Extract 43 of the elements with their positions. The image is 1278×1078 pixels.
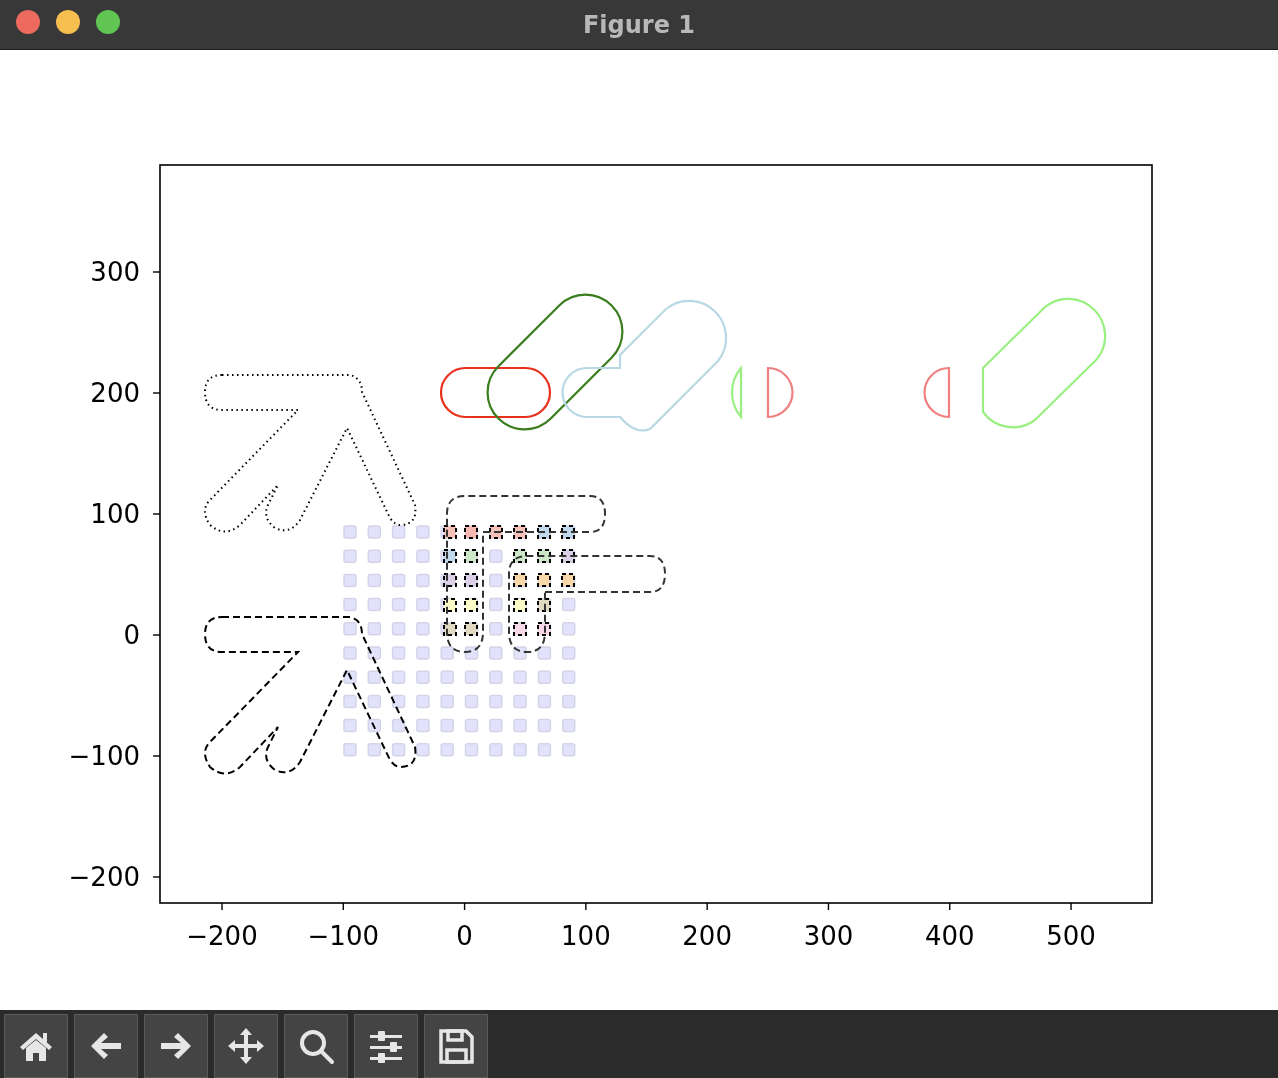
y-tick-label: 0 xyxy=(123,620,140,650)
lens-outline xyxy=(731,366,743,419)
tick-mark xyxy=(152,392,161,394)
x-tick-label: 500 xyxy=(1046,921,1096,951)
y-tick-label: 200 xyxy=(90,378,140,408)
y-tick-label: −100 xyxy=(68,741,140,771)
y-tick-label: 300 xyxy=(90,257,140,287)
y-tick-label: 100 xyxy=(90,499,140,529)
x-tick-label: 200 xyxy=(682,921,732,951)
back-button[interactable] xyxy=(74,1014,138,1078)
tick-mark xyxy=(827,902,830,911)
configure-button[interactable] xyxy=(354,1014,418,1078)
home-button[interactable] xyxy=(4,1014,68,1078)
x-tick-label: 300 xyxy=(803,921,854,951)
tick-mark xyxy=(706,902,708,911)
tick-mark xyxy=(463,902,466,911)
x-tick-label: −200 xyxy=(186,921,258,951)
maximize-button[interactable] xyxy=(96,10,120,34)
tick-mark xyxy=(152,876,161,878)
x-tick-label: −100 xyxy=(307,921,379,951)
x-tick-label: 0 xyxy=(456,921,473,951)
window-title: Figure 1 xyxy=(582,10,696,39)
tick-mark xyxy=(1070,902,1072,911)
tick-mark xyxy=(152,271,161,273)
tick-mark xyxy=(585,902,587,911)
tick-mark xyxy=(152,755,161,757)
y-tick-label: −200 xyxy=(68,862,140,892)
x-tick-label: 400 xyxy=(924,921,975,951)
zoom-button[interactable] xyxy=(284,1014,348,1078)
move-icon xyxy=(226,1026,266,1066)
tick-mark xyxy=(152,513,161,515)
tick-mark xyxy=(152,634,161,636)
save-button[interactable] xyxy=(424,1014,488,1078)
tick-mark xyxy=(221,902,223,911)
forward-button[interactable] xyxy=(144,1014,208,1078)
tick-mark xyxy=(949,902,951,911)
tick-mark xyxy=(342,902,344,911)
minimize-button[interactable] xyxy=(56,10,80,34)
close-button[interactable] xyxy=(16,10,40,34)
half-circle-outline xyxy=(923,366,951,419)
x-tick-label: 100 xyxy=(561,921,611,951)
half-circle-outline xyxy=(766,366,794,419)
pan-button[interactable] xyxy=(214,1014,278,1078)
